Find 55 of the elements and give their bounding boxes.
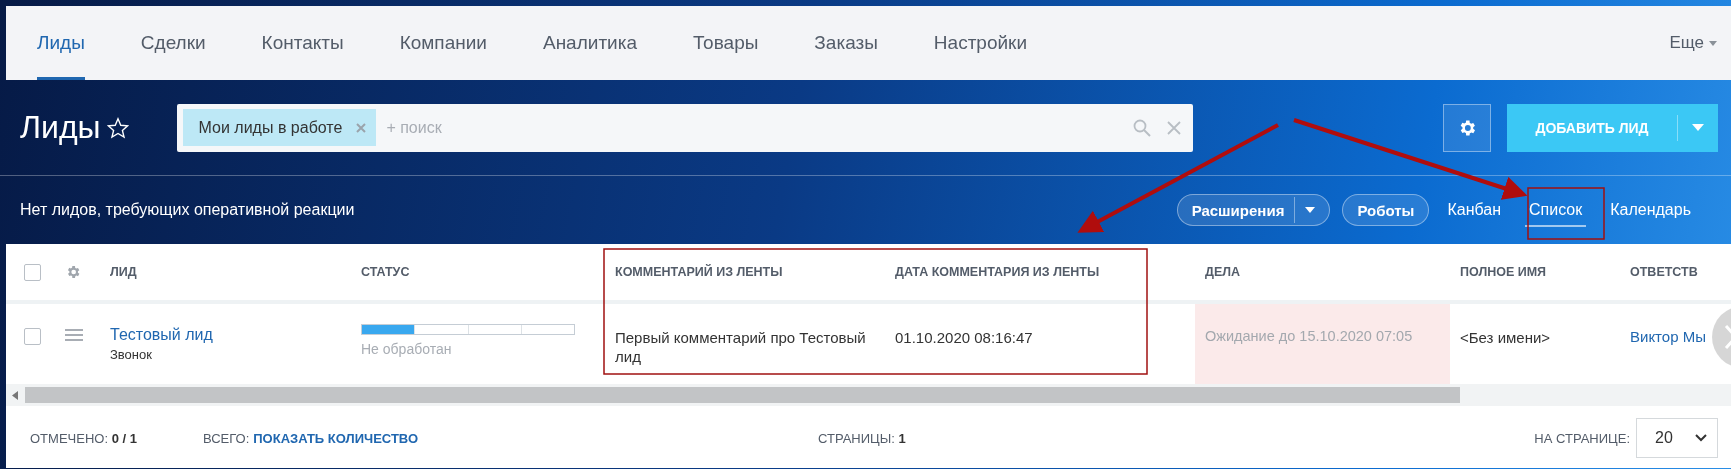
lead-source: Звонок: [110, 347, 152, 362]
caret-icon: [1692, 124, 1704, 131]
activity-text: Ожидание до 15.10.2020 07:05: [1205, 328, 1414, 344]
column-header[interactable]: ПОЛНОЕ ИМЯ: [1460, 265, 1547, 279]
column-header[interactable]: СТАТУС: [361, 265, 410, 279]
column-header[interactable]: КОММЕНТАРИЙ ИЗ ЛЕНТЫ: [615, 265, 783, 279]
scroll-left-icon[interactable]: [12, 390, 18, 400]
caret-icon: [1709, 40, 1717, 46]
nav-tab[interactable]: Компании: [399, 6, 487, 80]
per-page-label: НА СТРАНИЦЕ:: [1534, 430, 1630, 446]
settings-button[interactable]: [1443, 103, 1491, 152]
pages-label: СТРАНИЦЫ: 1: [818, 430, 906, 446]
column-header[interactable]: ДАТА КОММЕНТАРИЯ ИЗ ЛЕНТЫ: [895, 265, 1100, 279]
lead-link[interactable]: Тестовый лид: [110, 326, 213, 344]
chevron-down-icon: [1695, 434, 1707, 442]
show-count-link[interactable]: ПОКАЗАТЬ КОЛИЧЕСТВО: [253, 430, 418, 446]
extensions-button[interactable]: Расширения: [1176, 194, 1331, 226]
nav-tab[interactable]: Заказы: [814, 6, 878, 80]
page-title: Лиды: [20, 109, 101, 146]
close-icon[interactable]: [356, 122, 367, 133]
robots-button[interactable]: Роботы: [1342, 194, 1430, 226]
comment-text: Первый комментарий про Тестовый лид: [615, 328, 867, 366]
more-menu[interactable]: Еще: [1669, 6, 1717, 80]
nav-tab[interactable]: Товары: [693, 6, 759, 80]
nav-tab[interactable]: Контакты: [261, 6, 344, 80]
per-page-select[interactable]: 20: [1636, 418, 1718, 458]
search-icon[interactable]: [1132, 118, 1151, 137]
filter-chip[interactable]: Мои лиды в работе: [182, 109, 377, 146]
responsible-link[interactable]: Виктор Мы: [1630, 328, 1706, 345]
checked-label: ОТМЕЧЕНО: 0 / 1: [30, 430, 137, 446]
notice-text: Нет лидов, требующих оперативной реакции: [20, 201, 355, 219]
scrollbar[interactable]: [6, 384, 1731, 406]
comment-date: 01.10.2020 08:16:47: [895, 328, 1034, 347]
column-header[interactable]: ДЕЛА: [1205, 265, 1241, 279]
nav-tab[interactable]: Лиды: [37, 6, 85, 80]
column-header[interactable]: ОТВЕТСТВ: [1630, 265, 1698, 279]
view-tab[interactable]: Канбан: [1443, 193, 1505, 227]
view-tab[interactable]: Список: [1525, 193, 1587, 227]
column-header[interactable]: ЛИД: [110, 265, 137, 279]
nav-tab[interactable]: Настройки: [933, 6, 1028, 80]
status-label: Не обработан: [361, 341, 453, 357]
total-label: ВСЕГО:: [202, 430, 250, 446]
checkbox[interactable]: [24, 263, 41, 281]
settings-icon[interactable]: [65, 264, 81, 280]
nav-tab[interactable]: Аналитика: [542, 6, 637, 80]
nav-tab[interactable]: Сделки: [140, 6, 206, 80]
view-tab[interactable]: Календарь: [1606, 193, 1695, 227]
caret-icon: [1305, 207, 1316, 213]
status-bar[interactable]: [361, 324, 575, 335]
menu-icon[interactable]: [65, 328, 83, 342]
search-field[interactable]: Мои лиды в работе + поиск: [176, 103, 1193, 152]
close-icon[interactable]: [1166, 120, 1181, 135]
star-icon[interactable]: [106, 116, 129, 139]
checkbox[interactable]: [24, 328, 41, 345]
full-name: <Без имени>: [1460, 328, 1552, 347]
